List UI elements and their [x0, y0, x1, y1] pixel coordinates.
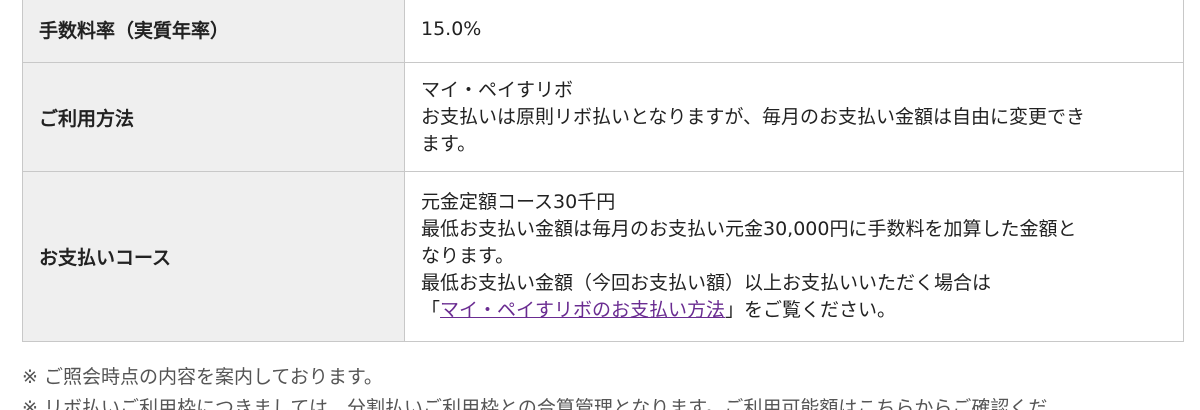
row-value-usage-method: マイ・ペイすリボ お支払いは原則リボ払いとなりますが、毎月のお支払い金額は自由に… [404, 62, 1184, 172]
table-row: お支払いコース 元金定額コース30千円 最低お支払い金額は毎月のお支払い元金30… [22, 171, 1184, 342]
notes: ※ ご照会時点の内容を案内しております。 ※ リボ払いご利用枠につきましては、分… [22, 362, 1192, 410]
page: 手数料率（実質年率） 15.0% ご利用方法 マイ・ペイすリボ お支払いは原則リ… [0, 0, 1200, 410]
payment-method-link-line: 「マイ・ペイすリボのお支払い方法」をご覧ください。 [421, 297, 1167, 324]
table-row: ご利用方法 マイ・ペイすリボ お支払いは原則リボ払いとなりますが、毎月のお支払い… [22, 62, 1184, 172]
link-close-text: 」をご覧ください。 [725, 299, 897, 321]
note-credit-limit: ※ リボ払いご利用枠につきましては、分割払いご利用枠との合算管理となります。ご利… [22, 397, 1048, 410]
usage-method-text: お支払いは原則リボ払いとなりますが、毎月のお支払い金額は自由に変更でき [421, 105, 1086, 128]
payment-course-text: なります。 [421, 245, 515, 267]
note-inquiry-time: ※ ご照会時点の内容を案内しております。 [22, 366, 383, 388]
usage-method-text: ます。 [421, 132, 477, 155]
row-label-payment-course: お支払いコース [22, 171, 405, 342]
payment-course-text: 最低お支払い金額は毎月のお支払い元金30,000円に手数料を加算した金額と [421, 218, 1077, 240]
usage-method-name: マイ・ペイすリボ [421, 78, 574, 101]
row-value-payment-course: 元金定額コース30千円 最低お支払い金額は毎月のお支払い元金30,000円に手数… [404, 171, 1184, 342]
table-row: 手数料率（実質年率） 15.0% [22, 0, 1184, 63]
row-label-fee-rate: 手数料率（実質年率） [22, 0, 405, 63]
link-open-bracket: 「 [421, 299, 441, 321]
revolving-info-table: 手数料率（実質年率） 15.0% ご利用方法 マイ・ペイすリボ お支払いは原則リ… [22, 0, 1184, 342]
payment-course-name: 元金定額コース30千円 [421, 191, 616, 213]
row-label-usage-method: ご利用方法 [22, 62, 405, 172]
row-value-fee-rate: 15.0% [404, 0, 1184, 63]
revolving-payment-method-link[interactable]: マイ・ペイすリボのお支払い方法 [440, 299, 725, 321]
payment-course-text: 最低お支払い金額（今回お支払い額）以上お支払いいただく場合は [421, 272, 992, 294]
fee-rate-value: 15.0% [421, 18, 482, 40]
